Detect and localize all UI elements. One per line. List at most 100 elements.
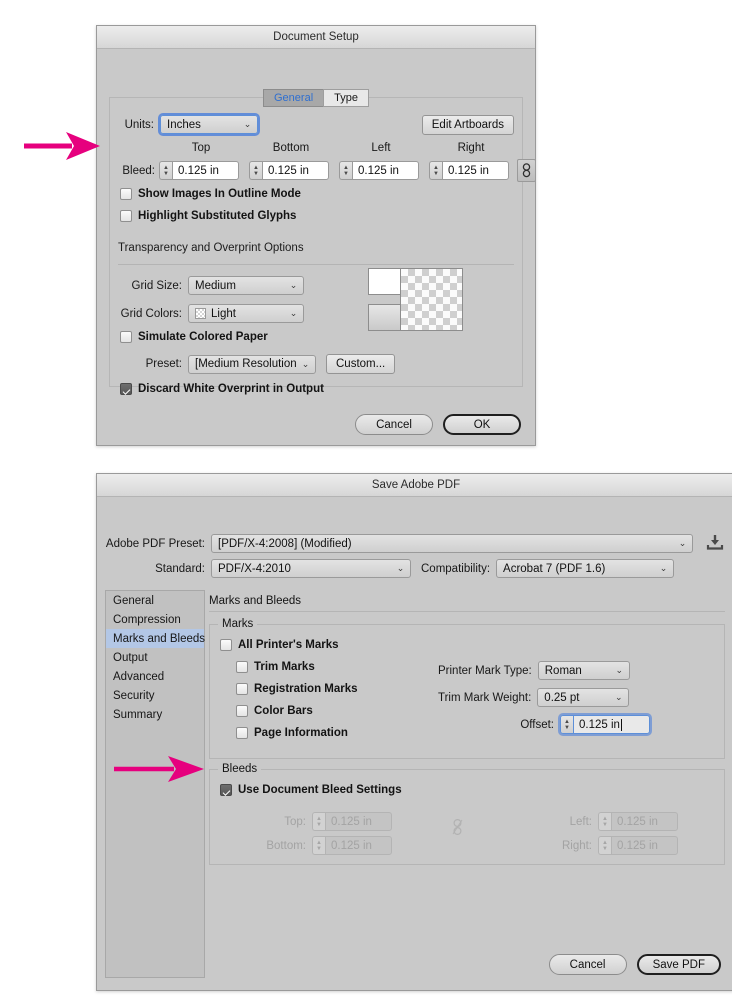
sidebar-item-label: Marks and Bleeds xyxy=(113,632,206,645)
offset-field[interactable]: ▲ ▼ 0.125 in xyxy=(560,715,650,734)
bleed-right-field[interactable]: ▲ ▼ 0.125 in xyxy=(429,161,509,180)
show-images-outline-checkbox[interactable]: Show Images In Outline Mode xyxy=(120,188,301,200)
chain-link-icon[interactable] xyxy=(517,159,536,182)
cancel-button[interactable]: Cancel xyxy=(548,954,627,975)
grid-size-row: Grid Size: Medium ⌄ xyxy=(118,276,304,295)
units-select[interactable]: Inches ⌄ xyxy=(160,115,258,134)
edit-artboards-button[interactable]: Edit Artboards xyxy=(421,115,514,135)
tab-type[interactable]: Type xyxy=(323,89,369,107)
custom-button[interactable]: Custom... xyxy=(326,354,396,374)
highlight-substituted-glyphs-row[interactable]: Highlight Substituted Glyphs xyxy=(120,210,296,222)
printer-mark-type-select[interactable]: Roman ⌄ xyxy=(537,661,630,680)
trim-marks-row[interactable]: Trim Marks xyxy=(236,661,315,673)
sidebar-item-summary[interactable]: Summary xyxy=(106,705,204,724)
color-bars-label: Color Bars xyxy=(254,705,313,717)
page-information-label: Page Information xyxy=(254,727,348,739)
bleed-bottom-field[interactable]: ▲ ▼ 0.125 in xyxy=(249,161,329,180)
all-printers-marks-row[interactable]: All Printer's Marks xyxy=(220,639,339,651)
bleeds-bottom-field: ▲ ▼ 0.125 in xyxy=(312,836,392,855)
stepper-up-down-icon[interactable]: ▲ ▼ xyxy=(249,161,262,180)
trim-marks-label: Trim Marks xyxy=(254,661,315,673)
custom-button-label: Custom... xyxy=(336,358,386,370)
bleed-left-value: 0.125 in xyxy=(358,164,399,177)
tab-general-label: General xyxy=(274,92,314,104)
checkbox-box xyxy=(120,210,132,222)
save-preset-icon[interactable] xyxy=(705,533,727,554)
color-bars-row[interactable]: Color Bars xyxy=(236,705,313,717)
bleed-top-field[interactable]: ▲ ▼ 0.125 in xyxy=(159,161,239,180)
sidebar-item-label: Summary xyxy=(113,708,163,721)
preset-value: [Medium Resolution] xyxy=(195,358,296,370)
save-pdf-titlebar: Save Adobe PDF xyxy=(97,474,732,497)
trim-marks-checkbox[interactable]: Trim Marks xyxy=(236,661,315,673)
units-label: Units: xyxy=(124,118,154,131)
adobe-pdf-preset-select[interactable]: [PDF/X-4:2008] (Modified) ⌄ xyxy=(211,534,693,553)
document-setup-tabs: General Type xyxy=(97,89,535,107)
ok-button[interactable]: OK xyxy=(443,414,521,435)
grid-size-select[interactable]: Medium ⌄ xyxy=(188,276,304,295)
sidebar-item-security[interactable]: Security xyxy=(106,686,204,705)
compatibility-label: Compatibility: xyxy=(421,562,491,575)
page-information-row[interactable]: Page Information xyxy=(236,727,348,739)
preset-label: Preset: xyxy=(145,358,182,370)
grid-colors-value: Light xyxy=(211,307,236,320)
edit-artboards-row: Edit Artboards xyxy=(421,115,514,135)
discard-white-overprint-row[interactable]: Discard White Overprint in Output xyxy=(120,383,324,395)
stepper-up-down-icon: ▲ ▼ xyxy=(598,836,611,855)
use-document-bleed-settings-checkbox[interactable]: Use Document Bleed Settings xyxy=(220,784,402,796)
all-printers-marks-checkbox[interactable]: All Printer's Marks xyxy=(220,639,339,651)
simulate-colored-paper-row[interactable]: Simulate Colored Paper xyxy=(120,331,268,343)
bleeds-right-label: Right: xyxy=(561,839,592,852)
bleed-left-field[interactable]: ▲ ▼ 0.125 in xyxy=(339,161,419,180)
tab-general[interactable]: General xyxy=(263,89,324,107)
printer-mark-type-row: Printer Mark Type: Roman ⌄ xyxy=(438,661,630,680)
grid-colors-select[interactable]: Light ⌄ xyxy=(188,304,304,323)
show-images-outline-row[interactable]: Show Images In Outline Mode xyxy=(120,188,301,200)
sidebar-item-compression[interactable]: Compression xyxy=(106,610,204,629)
page-information-checkbox[interactable]: Page Information xyxy=(236,727,348,739)
grid-colors-row: Grid Colors: Light ⌄ xyxy=(118,304,304,323)
sidebar-item-general[interactable]: General xyxy=(106,591,204,610)
units-value: Inches xyxy=(167,118,201,131)
compatibility-select[interactable]: Acrobat 7 (PDF 1.6) ⌄ xyxy=(496,559,675,578)
trim-mark-weight-value: 0.25 pt xyxy=(544,691,580,704)
cancel-button[interactable]: Cancel xyxy=(355,414,433,435)
highlight-substituted-glyphs-checkbox[interactable]: Highlight Substituted Glyphs xyxy=(120,210,296,222)
arrow-to-bleed-row xyxy=(24,132,100,160)
stepper-up-down-icon[interactable]: ▲ ▼ xyxy=(560,715,573,734)
highlight-substituted-glyphs-label: Highlight Substituted Glyphs xyxy=(138,210,297,222)
stepper-up-down-icon[interactable]: ▲ ▼ xyxy=(429,161,442,180)
printer-mark-type-label: Printer Mark Type: xyxy=(438,664,532,677)
panel-title: Marks and Bleeds xyxy=(209,595,302,607)
registration-marks-row[interactable]: Registration Marks xyxy=(236,683,358,695)
stepper-up-down-icon[interactable]: ▲ ▼ xyxy=(159,161,172,180)
sidebar-item-output[interactable]: Output xyxy=(106,648,204,667)
bleed-right-value: 0.125 in xyxy=(448,164,489,177)
registration-marks-checkbox[interactable]: Registration Marks xyxy=(236,683,358,695)
trim-mark-weight-select[interactable]: 0.25 pt ⌄ xyxy=(537,688,630,707)
chevron-down-icon: ⌄ xyxy=(396,563,405,573)
marks-legend: Marks xyxy=(218,618,258,630)
document-setup-body: General Type Units: Inches ⌄ Edit Artboa… xyxy=(97,49,536,445)
discard-white-overprint-checkbox[interactable]: Discard White Overprint in Output xyxy=(120,383,324,395)
offset-label: Offset: xyxy=(520,718,554,731)
adobe-pdf-preset-value: [PDF/X-4:2008] (Modified) xyxy=(218,537,352,550)
color-bars-checkbox[interactable]: Color Bars xyxy=(236,705,313,717)
chain-link-broken-glyph xyxy=(452,818,463,836)
document-setup-dialog: Document Setup General Type Units: Inche… xyxy=(96,25,536,446)
sidebar-item-advanced[interactable]: Advanced xyxy=(106,667,204,686)
discard-white-overprint-label: Discard White Overprint in Output xyxy=(138,383,324,395)
chain-link-glyph xyxy=(522,163,531,178)
stepper-up-down-icon[interactable]: ▲ ▼ xyxy=(339,161,352,180)
arrow-to-use-document-bleed-settings xyxy=(114,756,204,782)
sidebar-item-marks-and-bleeds[interactable]: Marks and Bleeds xyxy=(106,629,206,648)
bleeds-left-row: Left: ▲ ▼ 0.125 in xyxy=(542,812,678,831)
save-pdf-button[interactable]: Save PDF xyxy=(636,954,721,975)
standard-select[interactable]: PDF/X-4:2010 ⌄ xyxy=(211,559,411,578)
preset-select[interactable]: [Medium Resolution] ⌄ xyxy=(188,354,316,374)
save-pdf-button-label: Save PDF xyxy=(652,958,705,971)
use-document-bleed-settings-row[interactable]: Use Document Bleed Settings xyxy=(220,784,402,796)
save-pdf-title: Save Adobe PDF xyxy=(371,479,461,491)
chevron-down-icon: ⌄ xyxy=(243,119,252,129)
simulate-colored-paper-checkbox[interactable]: Simulate Colored Paper xyxy=(120,331,268,343)
